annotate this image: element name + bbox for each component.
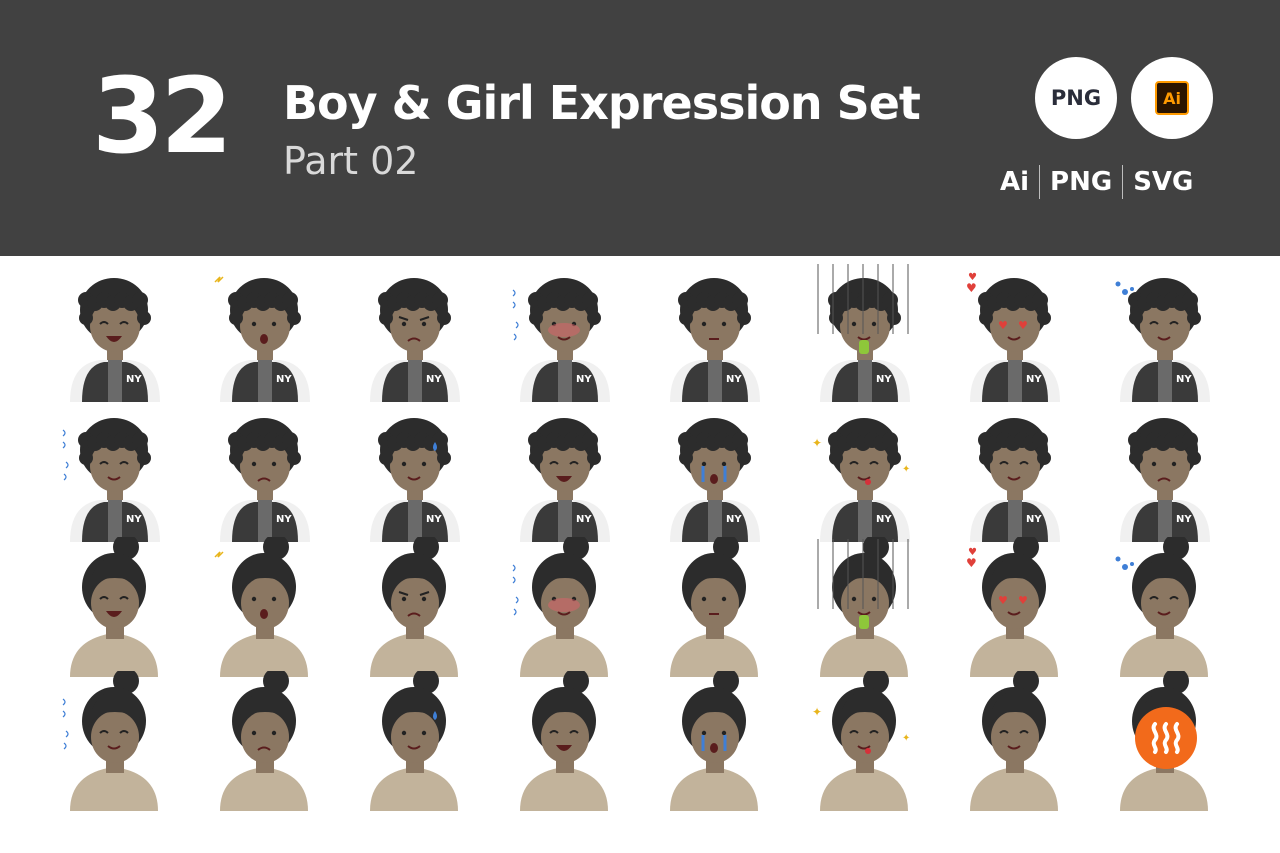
character-girl-sick (817, 537, 909, 677)
character-boy-neutral: NY (670, 278, 760, 402)
character-boy-nervous: NY (62, 418, 160, 542)
item-count: 32 (92, 55, 233, 177)
svg-text:NY: NY (876, 374, 892, 385)
character-boy-angry: NY (370, 278, 460, 402)
character-boy-sick: NY (817, 264, 910, 402)
character-boy-laughing: NY (70, 278, 160, 402)
character-girl-laughing (70, 537, 158, 677)
svg-text:NY: NY (726, 514, 742, 525)
character-girl-playful: ✦✦ (812, 671, 910, 811)
illustrator-badge: Ai (1131, 57, 1213, 139)
character-boy-crying: NY (670, 418, 760, 542)
svg-text:NY: NY (276, 374, 292, 385)
character-boy-worried: NY (1120, 418, 1210, 542)
svg-text:NY: NY (426, 514, 442, 525)
svg-text:♥: ♥ (998, 594, 1008, 607)
format-svg: SVG (1133, 167, 1194, 197)
svg-text:♥: ♥ (1018, 594, 1028, 607)
svg-text:♥: ♥ (966, 556, 977, 570)
brand-logo (1135, 707, 1197, 769)
svg-text:♥: ♥ (1018, 319, 1028, 332)
svg-text:✦: ✦ (902, 464, 910, 475)
character-boy-sad: NY (220, 418, 310, 542)
svg-text:✦: ✦ (902, 733, 910, 744)
format-png: PNG (1050, 167, 1113, 197)
svg-text:NY: NY (426, 374, 442, 385)
character-girl-crying (670, 671, 758, 811)
png-badge-label: PNG (1050, 86, 1102, 110)
character-boy-embarrassed: NY (512, 278, 610, 402)
svg-text:NY: NY (126, 374, 142, 385)
character-boy-playful: NY ✦ ✦ (812, 418, 910, 542)
character-boy-surprised: NY (214, 276, 310, 402)
format-list: Ai PNG SVG (990, 163, 1203, 201)
character-girl-surprised (214, 537, 308, 677)
character-boy-sweating: NY (370, 418, 460, 542)
character-boy-sleepy: NY (1115, 278, 1210, 402)
page-title: Boy & Girl Expression Set (283, 76, 921, 130)
svg-text:NY: NY (726, 374, 742, 385)
brand-logo-icon (1151, 722, 1181, 754)
svg-text:NY: NY (1176, 374, 1192, 385)
png-badge: PNG (1035, 57, 1117, 139)
character-girl-embarrassed (512, 537, 608, 677)
character-girl-nervous (62, 671, 158, 811)
illustrator-icon: Ai (1155, 81, 1189, 115)
character-girl-in-love: ♥ ♥♥♥ (966, 537, 1058, 677)
svg-text:NY: NY (276, 514, 292, 525)
svg-text:NY: NY (126, 514, 142, 525)
character-girl-angry (370, 537, 458, 677)
svg-text:NY: NY (1026, 374, 1042, 385)
svg-text:♥: ♥ (966, 281, 977, 295)
character-girl-smiling (970, 671, 1058, 811)
page-subtitle: Part 02 (283, 139, 419, 183)
character-girl-grinning (520, 671, 608, 811)
illustrator-badge-label: Ai (1163, 88, 1181, 108)
header-banner: 32 Boy & Girl Expression Set Part 02 PNG… (0, 0, 1280, 256)
svg-text:♥: ♥ (998, 319, 1008, 332)
svg-text:✦: ✦ (812, 436, 822, 450)
format-ai: Ai (1000, 167, 1030, 197)
svg-text:✦: ✦ (812, 705, 822, 719)
svg-text:NY: NY (1176, 514, 1192, 525)
character-girl-sad (220, 671, 308, 811)
character-boy-grinning: NY (520, 418, 610, 542)
svg-text:NY: NY (876, 514, 892, 525)
svg-text:NY: NY (576, 514, 592, 525)
character-girl-sleepy (1115, 537, 1208, 677)
svg-text:NY: NY (1026, 514, 1042, 525)
svg-text:NY: NY (576, 374, 592, 385)
character-girl-sweating (370, 671, 458, 811)
character-girl-neutral (670, 537, 758, 677)
character-boy-smiling: NY (970, 418, 1060, 542)
character-boy-in-love: NY♥ ♥♥♥ (966, 272, 1060, 402)
